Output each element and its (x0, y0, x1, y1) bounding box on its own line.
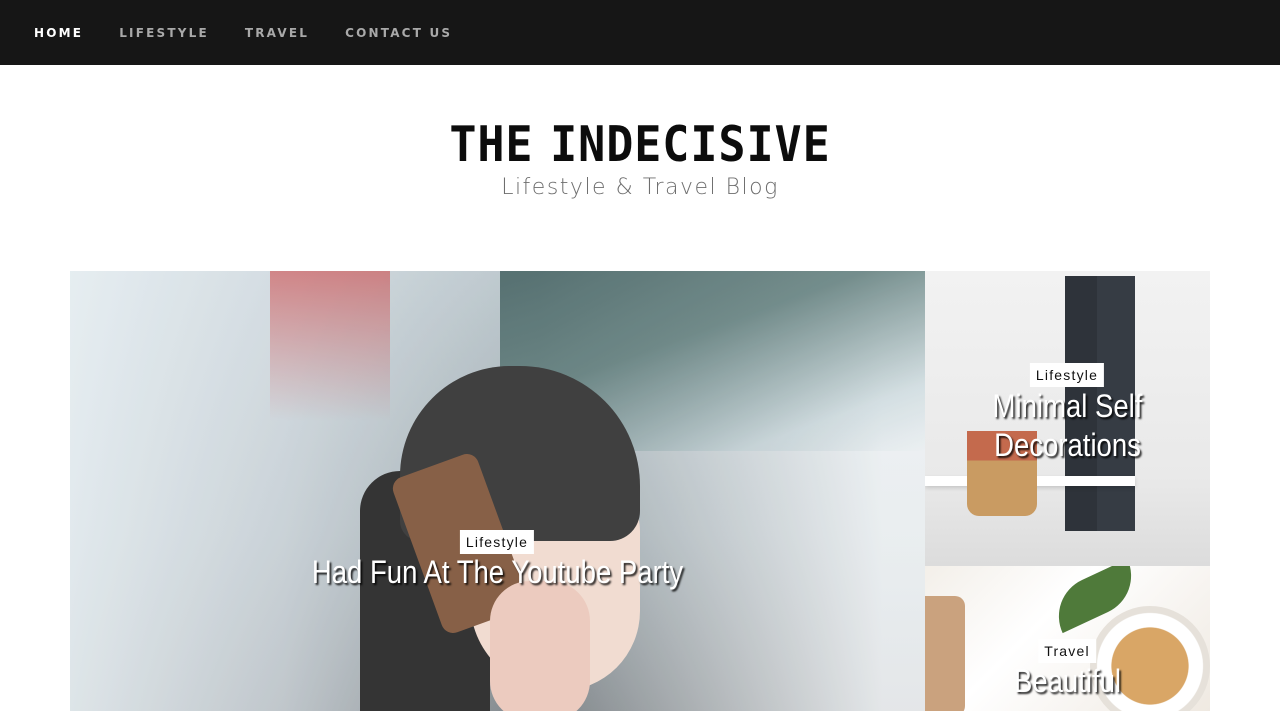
featured-post-main[interactable]: Lifestyle Had Fun At The Youtube Party (70, 271, 925, 711)
logo-title-word-1: THE (449, 116, 534, 173)
featured-post-side-bottom[interactable]: Travel Beautiful (925, 566, 1210, 711)
post-category-badge[interactable]: Travel (1038, 639, 1096, 663)
nav-item-contact-us[interactable]: CONTACT US (345, 26, 452, 40)
featured-post-side-top[interactable]: Lifestyle Minimal Self Decorations (925, 271, 1210, 566)
nav-menu: HOME LIFESTYLE TRAVEL CONTACT US (34, 0, 488, 65)
post-title[interactable]: Minimal Self Decorations (945, 387, 1190, 465)
post-title[interactable]: Had Fun At The Youtube Party (130, 552, 865, 592)
logo-title: THE INDECISIVE (51, 118, 1229, 172)
nav-item-lifestyle[interactable]: LIFESTYLE (119, 26, 209, 40)
logo-tagline: Lifestyle & Travel Blog (501, 175, 779, 200)
nav-item-home[interactable]: HOME (34, 26, 83, 40)
site-logo[interactable]: THE INDECISIVE Lifestyle & Travel Blog (0, 118, 1280, 202)
post-category-badge[interactable]: Lifestyle (1029, 363, 1105, 387)
nav-item-travel[interactable]: TRAVEL (245, 26, 309, 40)
post-category-badge[interactable]: Lifestyle (459, 530, 535, 554)
top-navigation: HOME LIFESTYLE TRAVEL CONTACT US (0, 0, 1280, 65)
post-title[interactable]: Beautiful (945, 662, 1190, 701)
logo-title-word-2: INDECISIVE (550, 116, 831, 173)
